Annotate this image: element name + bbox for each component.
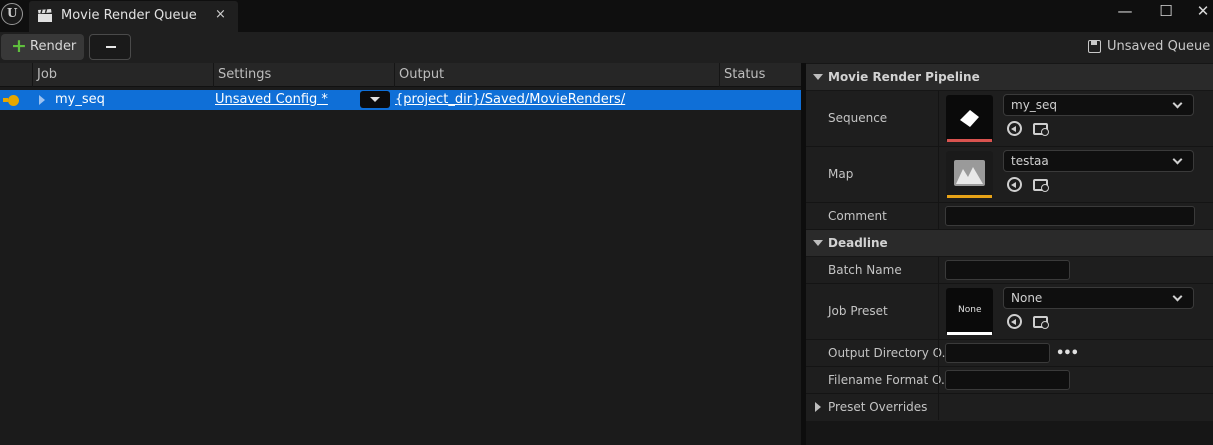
section-movie-render-pipeline[interactable]: Movie Render Pipeline — [806, 64, 1213, 90]
remove-job-button[interactable] — [89, 34, 131, 60]
property-job-preset: Job Preset None None — [806, 284, 1213, 340]
tab-close-icon[interactable]: × — [215, 7, 226, 22]
save-queue-dropdown[interactable]: Unsaved Queue • ▾ — [1086, 38, 1213, 58]
property-map: Map testaa — [806, 147, 1213, 203]
preset-underline — [947, 332, 992, 335]
unreal-logo-icon[interactable]: U — [1, 3, 23, 25]
more-options-icon[interactable]: ••• — [1056, 346, 1079, 361]
settings-dropdown-button[interactable] — [360, 91, 390, 108]
job-preset-combo[interactable]: None — [1003, 287, 1194, 309]
minimize-button[interactable]: — — [1112, 2, 1138, 22]
section-deadline[interactable]: Deadline — [806, 230, 1213, 256]
collapse-arrow-icon — [813, 74, 823, 80]
maximize-button[interactable]: ☐ — [1153, 2, 1179, 22]
toolbar: + Render Unsaved Queue • ▾ — [0, 32, 1213, 63]
map-thumbnail[interactable] — [946, 151, 993, 198]
save-queue-label: Unsaved Queue • ▾ — [1107, 39, 1213, 54]
sequence-combo[interactable]: my_seq — [1003, 94, 1194, 116]
expand-arrow-icon[interactable] — [39, 95, 45, 105]
batch-name-input[interactable] — [945, 260, 1070, 280]
use-selected-asset-icon[interactable] — [1007, 177, 1022, 192]
chevron-down-icon — [1172, 154, 1183, 165]
world-map-icon — [947, 160, 992, 198]
output-path-link[interactable]: {project_dir}/Saved/MovieRenders/ — [395, 92, 625, 107]
map-combo[interactable]: testaa — [1003, 150, 1194, 172]
property-batch-name: Batch Name — [806, 257, 1213, 284]
chevron-down-icon — [1172, 98, 1183, 109]
sequence-thumbnail[interactable] — [946, 95, 993, 142]
browse-asset-icon[interactable] — [1033, 123, 1049, 136]
queue-header: Job Settings Output Status — [0, 63, 801, 87]
collapse-arrow-icon — [813, 240, 823, 246]
use-selected-asset-icon[interactable] — [1007, 314, 1022, 329]
expand-arrow-icon — [815, 402, 821, 412]
level-sequence-icon — [947, 110, 992, 142]
column-settings[interactable]: Settings — [213, 63, 394, 87]
details-panel: Movie Render Pipeline Sequence my_seq Ma… — [806, 63, 1213, 445]
property-preset-overrides[interactable]: Preset Overrides — [806, 394, 1213, 421]
render-button-label: Render — [30, 39, 77, 54]
chevron-down-icon — [1172, 291, 1183, 302]
property-comment: Comment — [806, 203, 1213, 230]
filename-format-input[interactable] — [945, 370, 1070, 390]
column-status[interactable]: Status — [719, 63, 801, 87]
job-enabled-indicator[interactable] — [8, 95, 19, 106]
tab-title: Movie Render Queue — [61, 8, 197, 23]
job-name: my_seq — [55, 92, 105, 107]
browse-asset-icon[interactable] — [1033, 316, 1049, 329]
browse-asset-icon[interactable] — [1033, 179, 1049, 192]
close-window-button[interactable]: ✕ — [1190, 2, 1213, 22]
render-button[interactable]: + Render — [1, 34, 84, 60]
use-selected-asset-icon[interactable] — [1007, 121, 1022, 136]
tab-movie-render-queue[interactable]: Movie Render Queue × — [29, 1, 238, 32]
clapperboard-icon — [38, 9, 52, 22]
property-sequence: Sequence my_seq — [806, 91, 1213, 147]
column-job[interactable]: Job — [32, 63, 213, 87]
column-output[interactable]: Output — [394, 63, 719, 87]
output-directory-input[interactable] — [945, 343, 1050, 363]
preset-overrides-expander[interactable]: Preset Overrides — [806, 394, 1213, 421]
property-output-directory: Output Directory O... ••• — [806, 340, 1213, 367]
render-queue-list: Job Settings Output Status my_seq Unsave… — [0, 63, 801, 445]
minus-icon — [106, 46, 116, 48]
comment-input[interactable] — [945, 206, 1195, 226]
title-bar: U Movie Render Queue × — ☐ ✕ — [0, 0, 1213, 32]
settings-config-link[interactable]: Unsaved Config * — [215, 92, 328, 107]
add-icon: + — [11, 35, 27, 57]
property-filename-format: Filename Format O... — [806, 367, 1213, 394]
save-icon — [1088, 40, 1101, 53]
job-preset-thumbnail[interactable]: None — [946, 288, 993, 335]
table-row[interactable]: my_seq Unsaved Config * {project_dir}/Sa… — [0, 90, 801, 110]
